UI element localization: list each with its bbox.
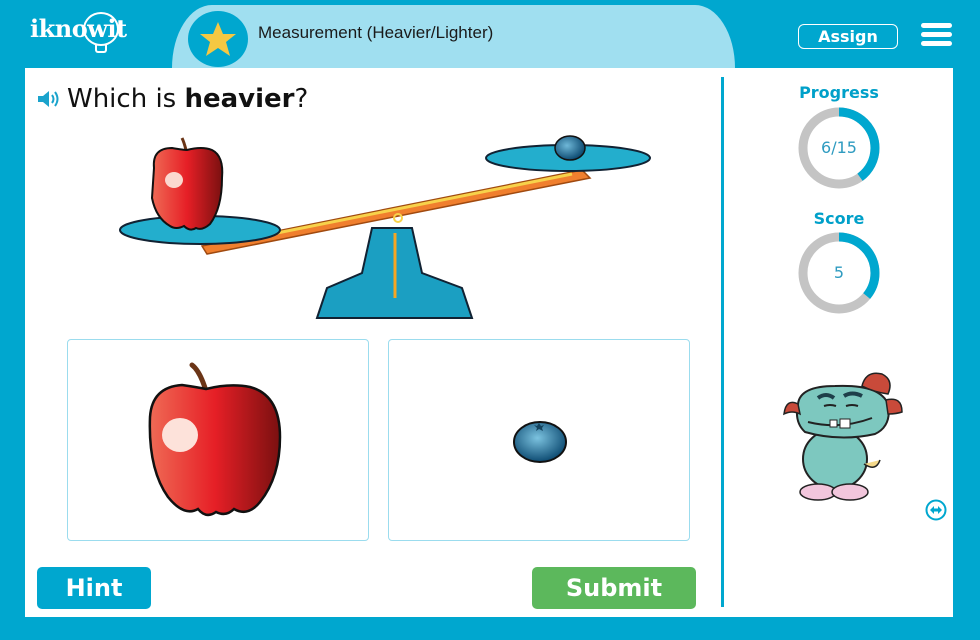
panel-divider — [721, 77, 724, 607]
question-prompt: Which is heavier? — [37, 84, 308, 114]
blueberry-image — [513, 421, 567, 463]
lightbulb-icon: wit — [83, 12, 127, 53]
answer-card-blueberry[interactable] — [388, 339, 690, 541]
hint-button[interactable]: Hint — [37, 567, 151, 609]
score-label: Score — [813, 209, 865, 228]
hamburger-menu-icon[interactable] — [921, 23, 952, 47]
assign-button[interactable]: Assign — [798, 24, 898, 49]
apple-image — [148, 362, 282, 517]
star-icon — [188, 11, 248, 67]
question-suffix: ? — [294, 84, 309, 114]
progress-value: 6/15 — [821, 138, 857, 157]
question-emphasis: heavier — [184, 84, 295, 114]
logo: ikno wit — [30, 12, 127, 53]
blueberry-on-scale — [554, 135, 586, 161]
balance-scale-illustration — [119, 135, 651, 319]
answer-card-apple[interactable] — [67, 339, 369, 541]
top-bar: ikno wit Measurement (Heavier/Lighter) As… — [0, 0, 980, 68]
lesson-title: Measurement (Heavier/Lighter) — [258, 23, 494, 42]
monster-mascot — [783, 372, 903, 501]
apple-on-scale — [150, 137, 224, 231]
app-frame: ikno wit Measurement (Heavier/Lighter) As… — [0, 0, 980, 640]
speaker-icon[interactable] — [37, 89, 63, 109]
question-prefix: Which is — [67, 84, 185, 114]
submit-button[interactable]: Submit — [532, 567, 696, 609]
swap-arrows-icon[interactable] — [925, 499, 947, 521]
progress-label: Progress — [799, 83, 879, 102]
score-value: 5 — [833, 263, 845, 282]
